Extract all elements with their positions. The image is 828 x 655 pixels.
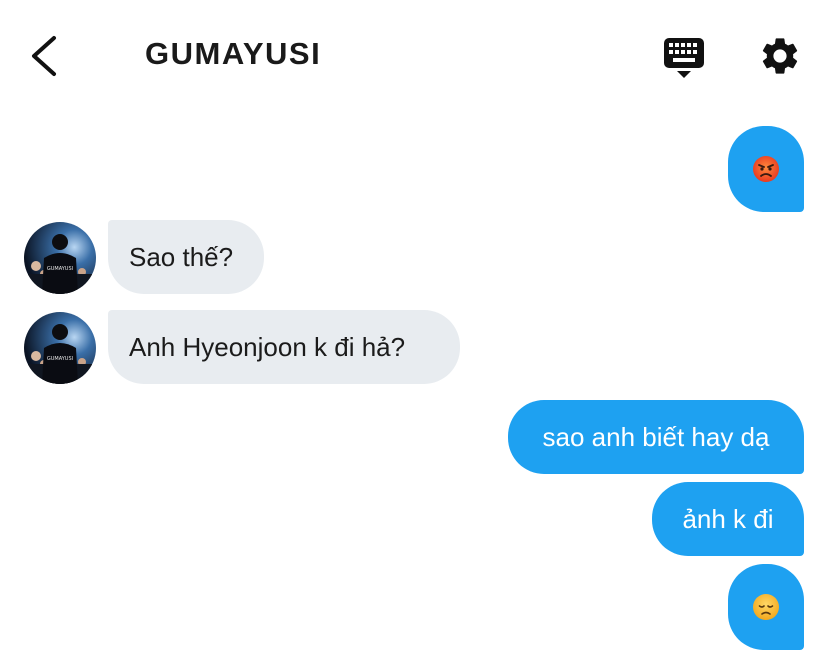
avatar-shirt-text: GUMAYUSI <box>47 266 73 272</box>
contact-avatar[interactable]: GUMAYUSI <box>24 312 96 384</box>
angry-face-emoji-icon <box>753 156 779 182</box>
avatar-shirt-text: GUMAYUSI <box>47 356 73 362</box>
outgoing-message-bubble[interactable]: sao anh biết hay dạ <box>508 400 804 474</box>
incoming-message-bubble[interactable]: Anh Hyeonjoon k đi hả? <box>108 310 460 384</box>
contact-avatar-image: GUMAYUSI <box>24 222 96 294</box>
disappointed-face-emoji-icon <box>753 594 779 620</box>
outgoing-message-bubble[interactable]: ảnh k đi <box>652 482 804 556</box>
keyboard-icon <box>664 38 704 78</box>
conversation-title: GUMAYUSI <box>145 36 322 71</box>
contact-avatar[interactable]: GUMAYUSI <box>24 222 96 294</box>
chevron-left-icon <box>32 36 56 76</box>
contact-avatar-image: GUMAYUSI <box>24 312 96 384</box>
message-text: Anh Hyeonjoon k đi hả? <box>129 332 406 362</box>
message-text: Sao thế? <box>129 242 234 272</box>
chat-screen: GUMAYUSI GUMAYUSI Sao thế? GUMAYUSI Anh … <box>0 0 828 655</box>
incoming-message-bubble[interactable]: Sao thế? <box>108 220 264 294</box>
settings-button[interactable] <box>758 34 802 78</box>
keyboard-toggle-button[interactable] <box>660 34 708 82</box>
back-button[interactable] <box>22 32 68 80</box>
message-text: ảnh k đi <box>682 504 774 534</box>
gear-icon <box>762 38 798 74</box>
outgoing-message-bubble[interactable] <box>728 564 804 650</box>
message-text: sao anh biết hay dạ <box>542 422 770 452</box>
outgoing-message-bubble[interactable] <box>728 126 804 212</box>
